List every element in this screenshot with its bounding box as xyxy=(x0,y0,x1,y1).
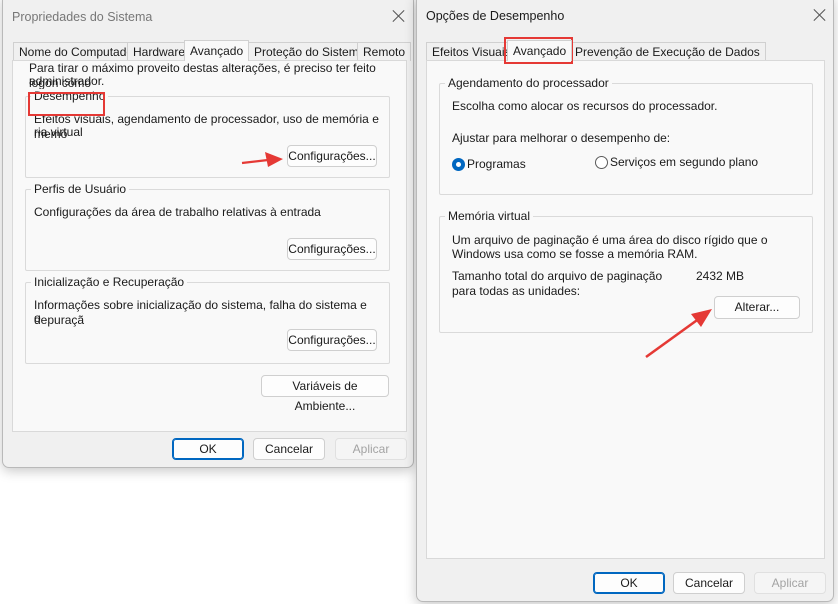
tab-advanced[interactable]: Avançado xyxy=(184,40,250,61)
virtual-memory-desc-line2: Windows usa como se fosse a memória RAM. xyxy=(452,247,698,261)
programs-radio[interactable] xyxy=(452,158,465,171)
startup-recovery-desc-line1: Informações sobre inicialização do siste… xyxy=(34,298,367,327)
apply-button[interactable]: Aplicar xyxy=(335,438,407,460)
tab-panel: Agendamento do processador Escolha como … xyxy=(426,60,825,559)
cancel-button[interactable]: Cancelar xyxy=(253,438,325,460)
startup-recovery-settings-button[interactable]: Configurações... xyxy=(287,329,377,351)
window-title: Propriedades do Sistema xyxy=(12,10,153,24)
performance-group: Desempenho Efeitos visuais, agendamento … xyxy=(25,89,390,178)
tab-remote[interactable]: Remoto xyxy=(357,42,412,61)
adjust-label: Ajustar para melhorar o desempenho de: xyxy=(452,131,671,145)
ok-button[interactable]: OK xyxy=(172,438,244,460)
tab-computer-name[interactable]: Nome do Computador xyxy=(13,42,144,61)
paging-total-label-line1: Tamanho total do arquivo de paginação xyxy=(452,269,663,283)
cancel-button[interactable]: Cancelar xyxy=(673,572,745,594)
processor-scheduling-group: Agendamento do processador Escolha como … xyxy=(439,76,813,195)
tab-data-execution-prevention[interactable]: Prevenção de Execução de Dados xyxy=(569,42,766,61)
tab-visual-effects[interactable]: Efeitos Visuais xyxy=(426,42,517,61)
startup-recovery-group: Inicialização e Recuperação Informações … xyxy=(25,275,390,364)
tab-panel: Para tirar o máximo proveito destas alte… xyxy=(12,60,407,432)
system-properties-window: Propriedades do Sistema Nome do Computad… xyxy=(2,0,414,468)
startup-recovery-desc-line2: o xyxy=(34,311,41,325)
performance-desc-line2: ria virtual xyxy=(34,125,83,139)
user-profiles-settings-button[interactable]: Configurações... xyxy=(287,238,377,260)
virtual-memory-desc-line1: Um arquivo de paginação é uma área do di… xyxy=(452,233,768,247)
performance-settings-button[interactable]: Configurações... xyxy=(287,145,377,167)
paging-total-label-line2: para todas as unidades: xyxy=(452,284,581,298)
processor-scheduling-title: Agendamento do processador xyxy=(445,76,612,91)
environment-variables-button[interactable]: Variáveis de Ambiente... xyxy=(261,375,389,413)
virtual-memory-group: Memória virtual Um arquivo de paginação … xyxy=(439,209,813,333)
tab-hardware[interactable]: Hardware xyxy=(127,42,192,61)
performance-desc-line1: Efeitos visuais, agendamento de processa… xyxy=(34,112,379,141)
admin-notice-line2: administrador. xyxy=(29,74,105,88)
performance-title: Desempenho xyxy=(31,89,109,104)
apply-button[interactable]: Aplicar xyxy=(754,572,826,594)
programs-radio-label[interactable]: Programas xyxy=(467,157,526,172)
user-profiles-title: Perfis de Usuário xyxy=(31,182,130,197)
window-title: Opções de Desempenho xyxy=(426,9,565,23)
user-profiles-desc: Configurações da área de trabalho relati… xyxy=(34,205,321,219)
background-services-radio-label[interactable]: Serviços em segundo plano xyxy=(610,155,758,170)
tab-advanced[interactable]: Avançado xyxy=(507,40,573,61)
change-button[interactable]: Alterar... xyxy=(714,296,800,319)
tab-system-protection[interactable]: Proteção do Sistema xyxy=(248,42,372,61)
user-profiles-group: Perfis de Usuário Configurações da área … xyxy=(25,182,390,271)
close-icon[interactable] xyxy=(813,8,827,22)
startup-recovery-title: Inicialização e Recuperação xyxy=(31,275,188,290)
ok-button[interactable]: OK xyxy=(593,572,665,594)
processor-description: Escolha como alocar os recursos do proce… xyxy=(452,99,718,113)
background-services-radio[interactable] xyxy=(595,156,608,169)
virtual-memory-title: Memória virtual xyxy=(445,209,534,224)
performance-options-window: Opções de Desempenho Efeitos Visuais Ava… xyxy=(416,0,834,602)
close-icon[interactable] xyxy=(392,9,406,23)
paging-total-value: 2432 MB xyxy=(696,269,745,283)
